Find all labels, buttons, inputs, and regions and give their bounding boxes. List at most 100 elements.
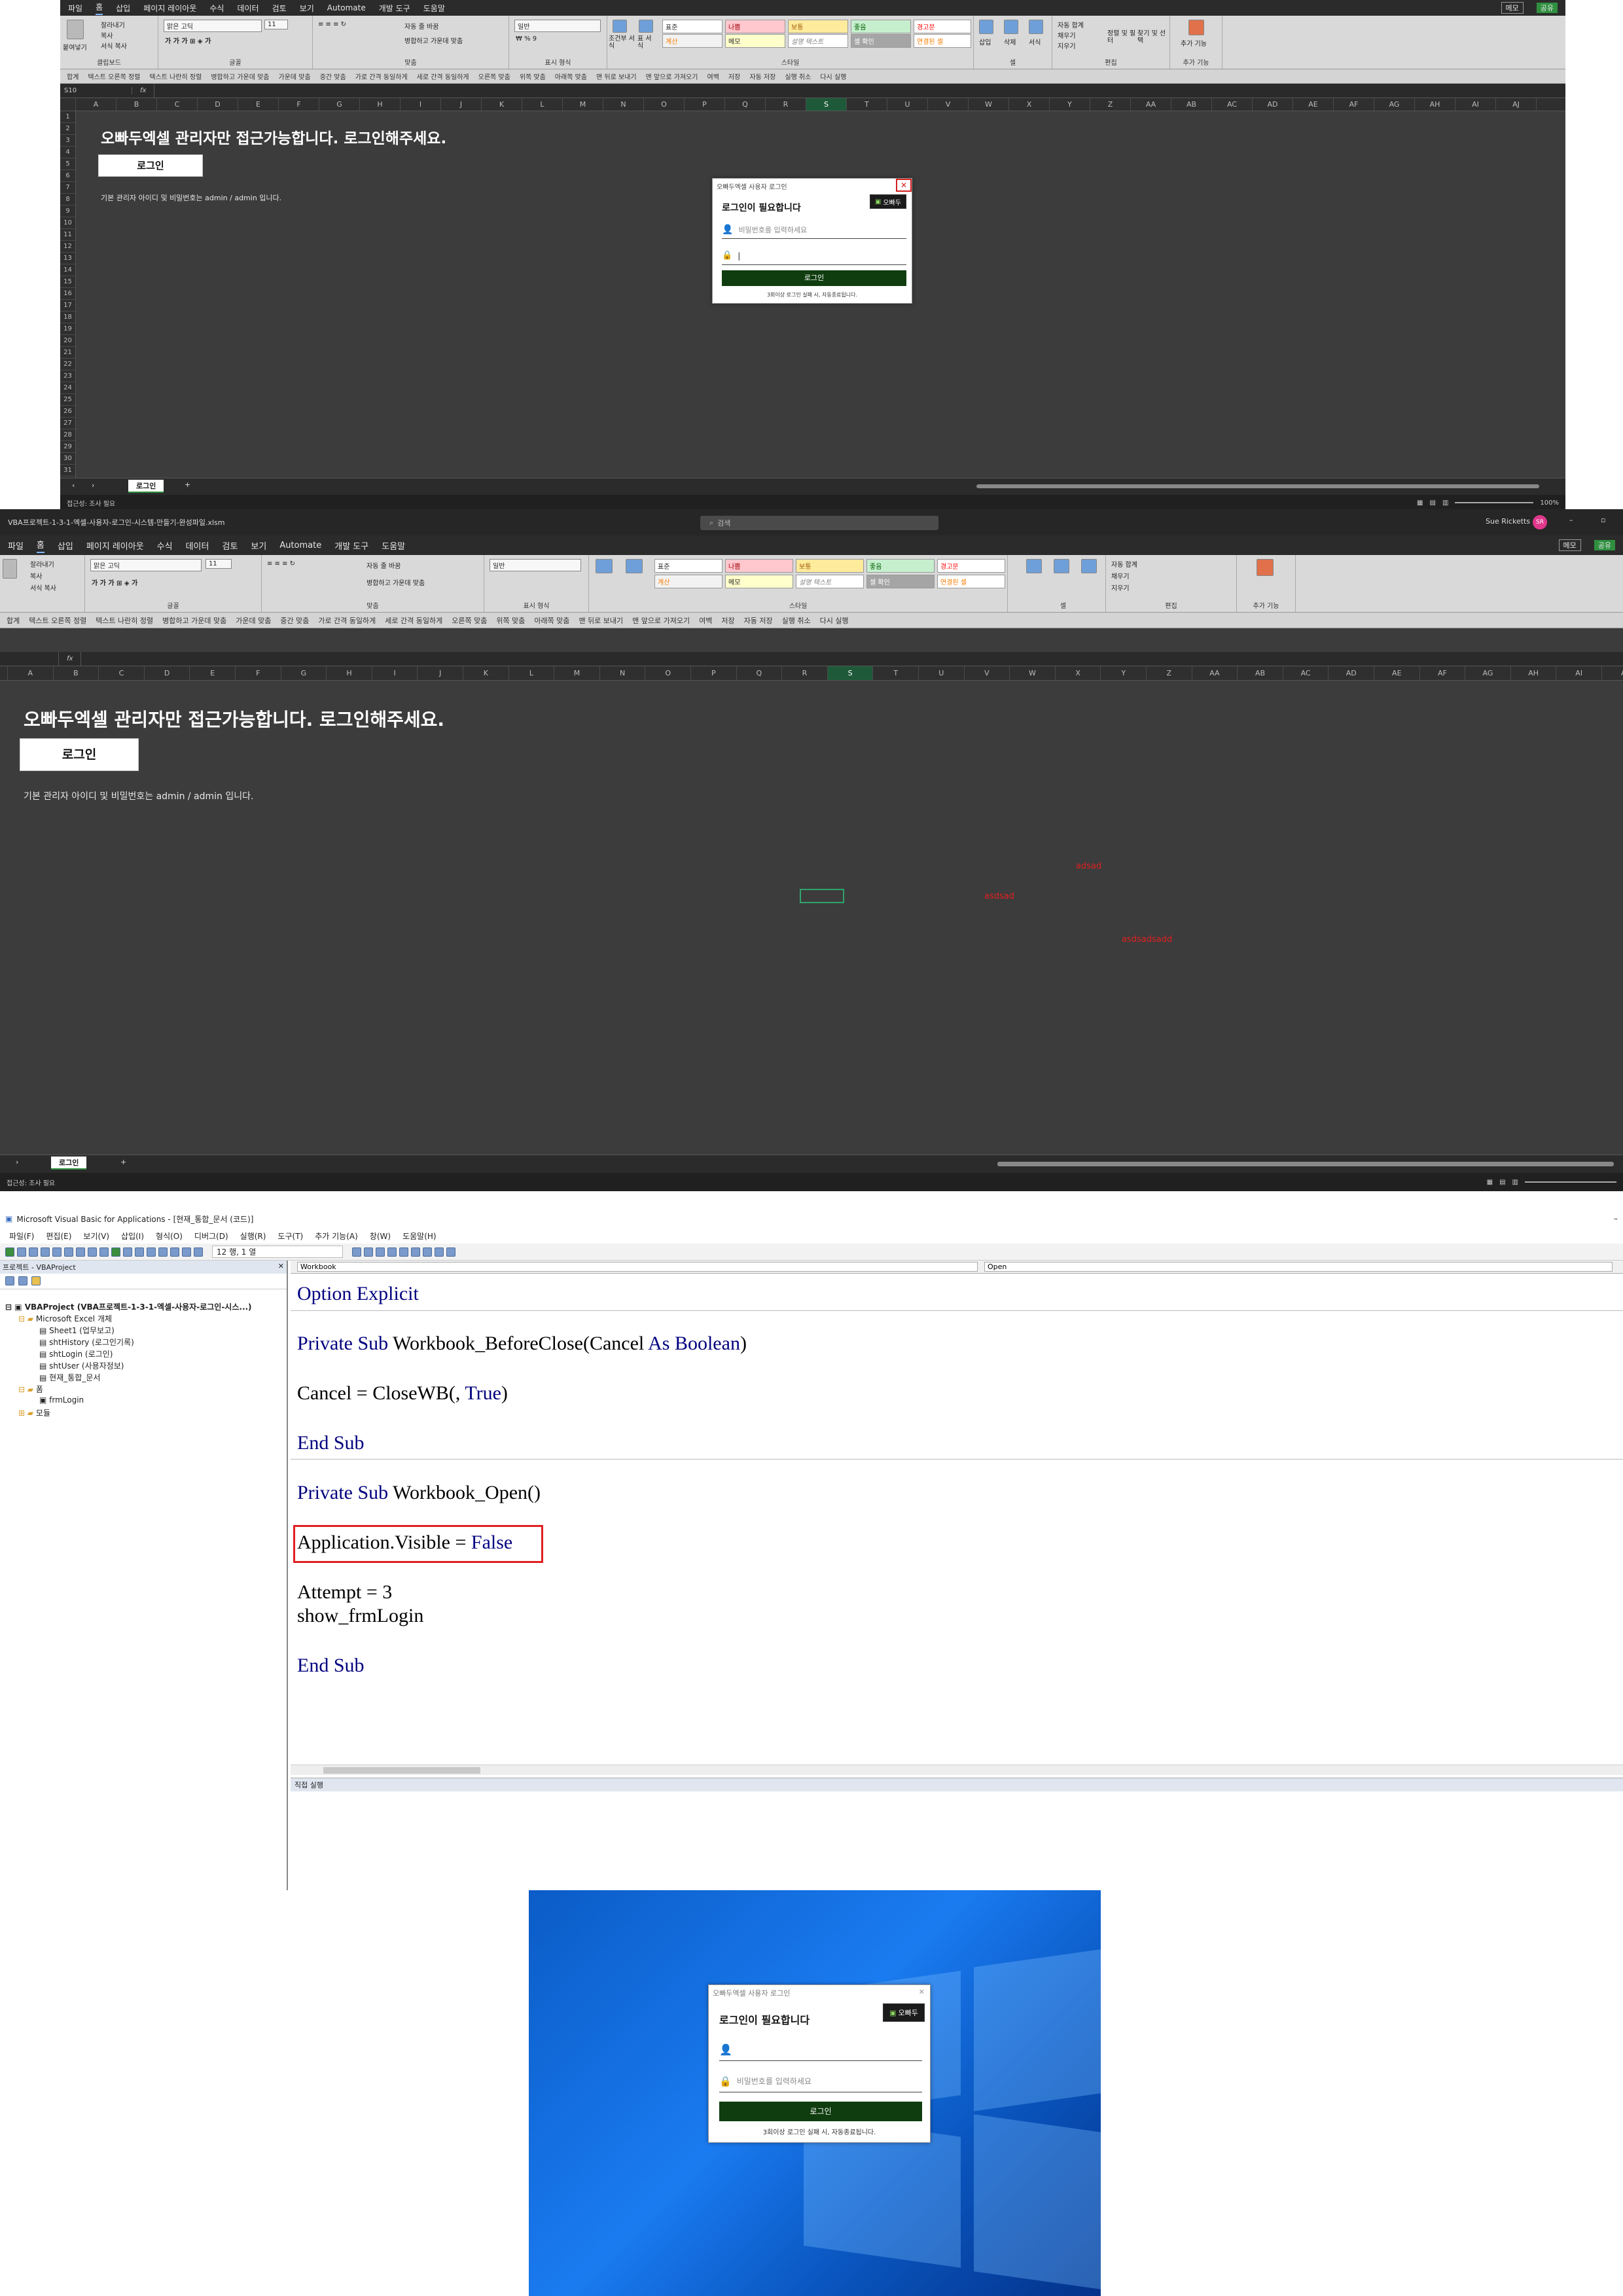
insert-icon[interactable] xyxy=(17,1247,26,1257)
vba-menu-item[interactable]: 형식(O) xyxy=(156,1230,183,1242)
menu-help[interactable]: 도움말 xyxy=(423,3,445,14)
project-explorer-icon[interactable] xyxy=(158,1247,168,1257)
row-header[interactable]: 23 xyxy=(60,370,75,382)
user-avatar[interactable]: SR xyxy=(1533,515,1547,529)
style-good-mid[interactable]: 좋음 xyxy=(866,559,935,573)
autosum-mid[interactable]: 자동 합계 xyxy=(1111,559,1137,569)
horizontal-scrollbar-mid[interactable] xyxy=(997,1162,1614,1166)
qat-item[interactable]: 가운데 맞춤 xyxy=(236,615,271,626)
style-normal[interactable]: 표준 xyxy=(662,20,722,33)
qat-item[interactable]: 중간 맞춤 xyxy=(320,71,346,81)
uncomment-block-icon[interactable] xyxy=(399,1247,408,1257)
wrap-text-mid[interactable]: 자동 줄 바꿈 xyxy=(366,560,401,570)
column-header[interactable]: AH xyxy=(1511,666,1557,680)
row-header[interactable]: 3 xyxy=(60,135,75,147)
cut-button-mid[interactable]: 잘라내기 xyxy=(30,559,54,569)
comments-button-mid[interactable]: 메모 xyxy=(1558,539,1581,551)
column-header[interactable]: C xyxy=(157,98,198,111)
sheet-nav-left-icon[interactable]: ‹ xyxy=(72,481,75,490)
vba-menu-item[interactable]: 추가 기능(A) xyxy=(315,1230,358,1242)
merge-center-mid[interactable]: 병합하고 가운데 맞춤 xyxy=(366,577,425,587)
help-icon[interactable] xyxy=(194,1247,203,1257)
menu-data-mid[interactable]: 데이터 xyxy=(186,539,209,552)
column-header[interactable]: X xyxy=(1056,666,1101,680)
row-header[interactable]: 26 xyxy=(60,406,75,418)
column-header[interactable]: U xyxy=(919,666,965,680)
qat-item[interactable]: 다시 실행 xyxy=(820,615,849,626)
paste-icon-vba[interactable] xyxy=(64,1247,73,1257)
comment-block-icon[interactable] xyxy=(387,1247,397,1257)
wrap-text-button[interactable]: 자동 줄 바꿈 xyxy=(404,21,438,31)
column-header[interactable]: AD xyxy=(1329,666,1374,680)
row-header[interactable]: 21 xyxy=(60,347,75,359)
vba-menu-item[interactable]: 편집(E) xyxy=(46,1230,71,1242)
sheet-tab-login[interactable]: 로그인 xyxy=(128,480,164,493)
column-header[interactable]: Z xyxy=(1147,666,1192,680)
fill-button[interactable]: 채우기 xyxy=(1058,30,1076,40)
style-warning-mid[interactable]: 경고문 xyxy=(937,559,1005,573)
toggle-folders-icon[interactable] xyxy=(31,1276,41,1285)
menu-file[interactable]: 파일 xyxy=(68,3,82,14)
qat-item[interactable]: 실행 취소 xyxy=(782,615,811,626)
column-header[interactable]: Q xyxy=(725,98,766,111)
column-header[interactable]: V xyxy=(928,98,969,111)
column-header[interactable]: AE xyxy=(1293,98,1334,111)
dialog-login-button[interactable]: 로그인 xyxy=(722,270,906,286)
menu-home[interactable]: 홈 xyxy=(96,1,103,15)
tree-frmlogin[interactable]: ▣ frmLogin xyxy=(39,1395,84,1405)
project-close-icon[interactable]: ✕ xyxy=(278,1262,284,1272)
column-header[interactable]: L xyxy=(522,98,563,111)
insert-cells-icon-mid[interactable] xyxy=(1026,559,1042,573)
column-header[interactable]: Y xyxy=(1050,98,1090,111)
object-combo[interactable]: Workbook xyxy=(297,1262,978,1272)
qat-item[interactable]: 가로 간격 동일하게 xyxy=(318,615,376,626)
style-normal-mid[interactable]: 표준 xyxy=(654,559,722,573)
style-neutral-mid[interactable]: 보통 xyxy=(796,559,864,573)
row-header[interactable]: 17 xyxy=(60,300,75,312)
column-header[interactable]: G xyxy=(319,98,360,111)
column-header[interactable]: D xyxy=(198,98,238,111)
qat-item[interactable]: 자동 저장 xyxy=(749,71,776,81)
select-all-corner[interactable] xyxy=(0,666,8,680)
column-header[interactable]: E xyxy=(190,666,236,680)
row-header[interactable]: 15 xyxy=(60,276,75,288)
qat-item[interactable]: 실행 취소 xyxy=(785,71,811,81)
number-format-mid[interactable]: 일반 xyxy=(490,559,581,571)
style-warning[interactable]: 경고문 xyxy=(914,20,971,33)
qat-item[interactable]: 아래쪽 맞춤 xyxy=(534,615,569,626)
qat-item[interactable]: 여백 xyxy=(699,615,712,626)
bold-button[interactable]: 가 가 가 ⊞ ◈ 가 xyxy=(165,35,211,45)
sheet-login-button[interactable]: 로그인 xyxy=(98,154,203,177)
format-table-icon[interactable] xyxy=(639,20,653,33)
id-field[interactable]: 👤 비밀번호를 입력하세요 xyxy=(722,221,906,239)
find-select-button[interactable]: 찾기 및 선택 xyxy=(1137,30,1166,45)
row-header[interactable]: 14 xyxy=(60,264,75,276)
menu-review-mid[interactable]: 검토 xyxy=(222,539,238,552)
paste-icon[interactable] xyxy=(67,20,84,39)
number-icons[interactable]: ₩ % 9 xyxy=(516,35,537,43)
qat-item[interactable]: 텍스트 나란히 정렬 xyxy=(96,615,153,626)
column-header[interactable]: S xyxy=(827,666,874,680)
number-format-select[interactable]: 일반 xyxy=(514,20,601,32)
column-header[interactable]: AA xyxy=(1192,666,1238,680)
qat-item[interactable]: 맨 뒤로 보내기 xyxy=(596,71,637,81)
zoom-slider-mid[interactable] xyxy=(1525,1181,1616,1183)
column-header[interactable]: U xyxy=(887,98,928,111)
delete-cells-icon-mid[interactable] xyxy=(1054,559,1069,573)
column-header[interactable]: C xyxy=(99,666,145,680)
column-header[interactable]: O xyxy=(644,98,685,111)
row-header[interactable]: 11 xyxy=(60,229,75,241)
tree-shthistory[interactable]: ▤ shtHistory (로그인기록) xyxy=(39,1336,134,1348)
qat-item[interactable]: 합계 xyxy=(7,615,20,626)
menu-formulas[interactable]: 수식 xyxy=(209,3,224,14)
style-linked-cell-mid[interactable]: 연결된 셀 xyxy=(937,575,1005,588)
row-header[interactable]: 28 xyxy=(60,429,75,441)
column-header[interactable]: A xyxy=(76,98,116,111)
format-cells-icon[interactable] xyxy=(1029,20,1043,34)
qat-item[interactable]: 여백 xyxy=(707,71,719,81)
column-header[interactable]: AJ xyxy=(1496,98,1537,111)
qat-item[interactable]: 저장 xyxy=(721,615,734,626)
font-size-select[interactable]: 11 xyxy=(264,20,288,29)
style-calc[interactable]: 계산 xyxy=(662,34,722,48)
font-name-select[interactable]: 맑은 고딕 xyxy=(164,20,262,32)
